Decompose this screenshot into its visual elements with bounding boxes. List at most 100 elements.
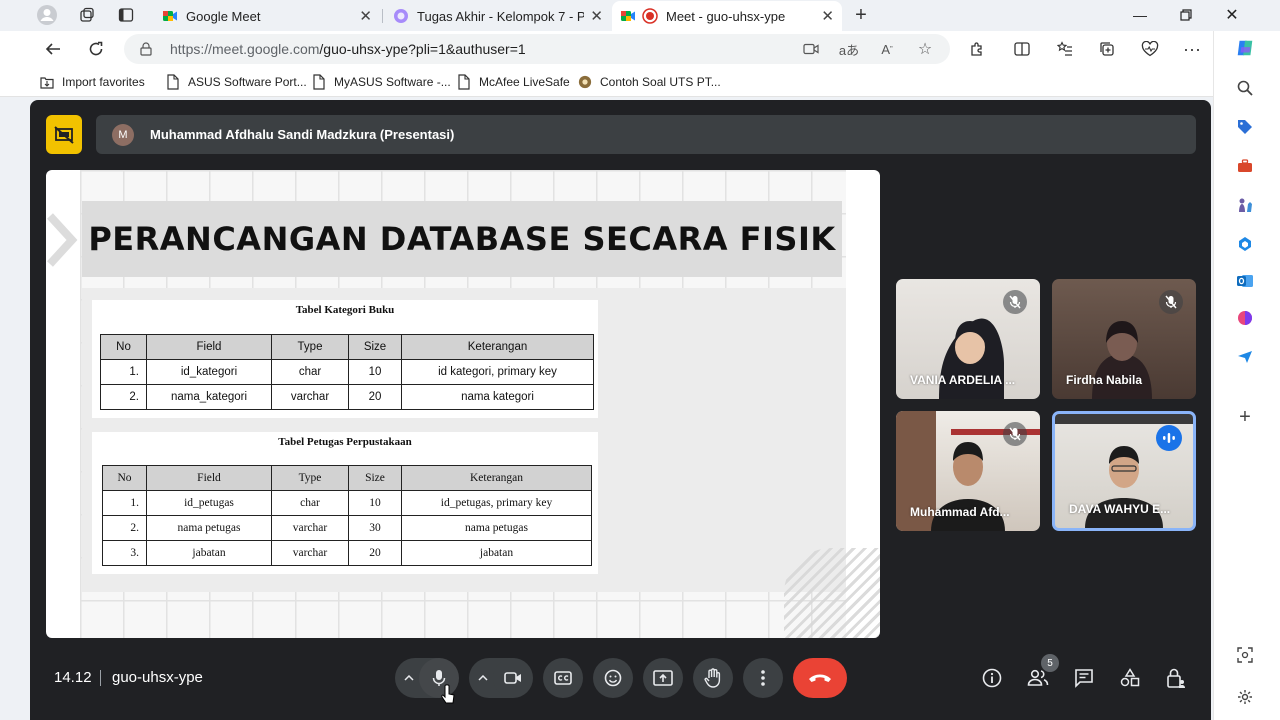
captions-button[interactable]: [543, 658, 583, 698]
table-cell: id_kategori: [146, 359, 272, 385]
address-toolbar: https://meet.google.com/guo-uhsx-ype?pli…: [0, 31, 1213, 67]
minimize-icon[interactable]: —: [1120, 4, 1160, 26]
reactions-button[interactable]: [593, 658, 633, 698]
translate-icon[interactable]: aあ: [838, 40, 860, 58]
refresh-icon[interactable]: [83, 37, 109, 61]
designer-icon[interactable]: [1235, 308, 1255, 328]
table-cell: nama_kategori: [146, 384, 272, 410]
table-cell: char: [271, 490, 349, 516]
collections-icon[interactable]: [1095, 38, 1119, 60]
tab-meet-active[interactable]: Meet - guo-uhsx-ype ✕: [612, 1, 842, 31]
split-screen-icon[interactable]: [1010, 38, 1034, 60]
chat-button[interactable]: [1064, 658, 1104, 698]
tab-google-meet[interactable]: Google Meet ✕: [154, 1, 380, 31]
participant-tile[interactable]: Firdha Nabila: [1052, 279, 1196, 399]
close-tab-icon[interactable]: ✕: [359, 7, 372, 25]
games-chess-icon[interactable]: [1235, 195, 1255, 215]
meeting-details-button[interactable]: [972, 658, 1012, 698]
avatar: M: [112, 123, 134, 146]
fav-contoh-soal-uts[interactable]: Contoh Soal UTS PT...: [578, 73, 721, 91]
fav-asus-software-portal[interactable]: ASUS Software Port...: [166, 73, 307, 91]
close-window-icon[interactable]: ✕: [1212, 4, 1252, 26]
activities-shapes-icon: [1120, 668, 1140, 687]
add-sidebar-app-icon[interactable]: +: [1235, 406, 1255, 428]
restore-icon[interactable]: [1166, 4, 1206, 26]
host-controls-button[interactable]: [1156, 658, 1196, 698]
new-tab-icon[interactable]: +: [848, 4, 874, 26]
table-cell: 20: [348, 384, 402, 410]
lock-icon[interactable]: [140, 42, 152, 56]
close-tab-icon[interactable]: ✕: [821, 7, 834, 25]
camera-in-use-icon[interactable]: [800, 40, 822, 58]
shopping-tag-icon[interactable]: [1235, 117, 1255, 137]
participant-tile[interactable]: Muhammad Afd...: [896, 411, 1040, 531]
column-header: Keterangan: [401, 465, 592, 491]
chat-icon: [1075, 669, 1093, 688]
leave-call-button[interactable]: [793, 658, 847, 698]
presenter-name: Muhammad Afdhalu Sandi Madzkura (Present…: [150, 127, 455, 142]
slide-title-band: PERANCANGAN DATABASE SECARA FISIK: [82, 201, 842, 277]
table-cell: 2.: [100, 384, 147, 410]
people-icon: [1027, 669, 1049, 686]
camera-button[interactable]: [493, 658, 533, 698]
people-button[interactable]: 5: [1018, 654, 1059, 698]
more-options-button[interactable]: [743, 658, 783, 698]
participant-tile-active-speaker[interactable]: DAVA WAHYU E...: [1052, 411, 1196, 531]
table-cell: nama kategori: [401, 384, 594, 410]
tab-actions-icon[interactable]: [113, 4, 139, 26]
close-tab-icon[interactable]: ✕: [590, 7, 603, 25]
participant-tile[interactable]: VANIA ARDELIA ...: [896, 279, 1040, 399]
settings-gear-icon[interactable]: [1235, 687, 1255, 707]
table-row: 1. id_kategori char 10 id kategori, prim…: [100, 359, 594, 385]
meet-window: M Muhammad Afdhalu Sandi Madzkura (Prese…: [30, 100, 1211, 720]
site-globe-icon: [578, 75, 592, 89]
raise-hand-icon: [704, 668, 721, 688]
table-row: 2. nama petugas varchar 30 nama petugas: [102, 515, 592, 541]
column-header: Field: [146, 465, 272, 491]
meeting-code: guo-uhsx-ype: [112, 669, 203, 686]
table-header-row: No Field Type Size Keterangan: [102, 465, 592, 491]
table-cell: 2.: [102, 515, 147, 541]
shared-screen[interactable]: PERANCANGAN DATABASE SECARA FISIK Tabel …: [46, 170, 880, 638]
workspaces-icon[interactable]: [74, 4, 100, 26]
screenshot-icon[interactable]: [1235, 645, 1255, 665]
presenter-banner: M Muhammad Afdhalu Sandi Madzkura (Prese…: [96, 115, 1196, 154]
favorite-star-icon[interactable]: ☆: [914, 40, 936, 58]
browser-essentials-icon[interactable]: [1138, 38, 1162, 60]
favorites-list-icon[interactable]: [1053, 38, 1077, 60]
activities-button[interactable]: [1110, 658, 1150, 698]
stop-presenting-icon: [54, 125, 74, 144]
table-row: 2. nama_kategori varchar 20 nama kategor…: [100, 384, 594, 410]
tools-briefcase-icon[interactable]: [1235, 156, 1255, 176]
raise-hand-button[interactable]: [693, 658, 733, 698]
outlook-icon[interactable]: [1235, 271, 1255, 291]
read-aloud-icon[interactable]: A”: [876, 40, 898, 58]
present-screen-button[interactable]: [643, 658, 683, 698]
profile-icon[interactable]: [34, 4, 60, 26]
table-cell: nama petugas: [401, 515, 592, 541]
table-cell: id kategori, primary key: [401, 359, 594, 385]
fav-mcafee-livesafe[interactable]: McAfee LiveSafe: [457, 73, 570, 91]
back-arrow-icon[interactable]: [40, 37, 66, 61]
table-card-petugas-perpustakaan: Tabel Petugas Perpustakaan No Field Type…: [92, 432, 598, 574]
table-cell: 3.: [102, 540, 147, 566]
emoji-icon: [604, 669, 622, 687]
tab-title: Meet - guo-uhsx-ype: [666, 8, 786, 24]
extensions-icon[interactable]: [965, 38, 989, 60]
column-header: Type: [271, 334, 349, 360]
tab-tugas-akhir[interactable]: Tugas Akhir - Kelompok 7 - Presentasi ✕: [385, 1, 611, 31]
fav-myasus-software[interactable]: MyASUS Software -...: [312, 73, 451, 91]
table-cell: varchar: [271, 540, 349, 566]
table-kategori-buku: No Field Type Size Keterangan 1. id_kate…: [100, 334, 594, 410]
more-menu-icon[interactable]: ···: [1180, 38, 1204, 60]
address-bar[interactable]: https://meet.google.com/guo-uhsx-ype?pli…: [124, 34, 950, 64]
table-petugas-perpustakaan: No Field Type Size Keterangan 1. id_petu…: [102, 465, 592, 566]
presentation-indicator[interactable]: [46, 115, 82, 154]
table-cell: 10: [348, 490, 402, 516]
microsoft-365-icon[interactable]: [1235, 234, 1255, 254]
url-text: https://meet.google.com/guo-uhsx-ype?pli…: [170, 41, 526, 57]
search-icon[interactable]: [1235, 78, 1255, 98]
drop-send-icon[interactable]: [1235, 347, 1255, 367]
fav-import-favorites[interactable]: Import favorites: [40, 73, 145, 91]
copilot-icon[interactable]: [1235, 38, 1255, 58]
